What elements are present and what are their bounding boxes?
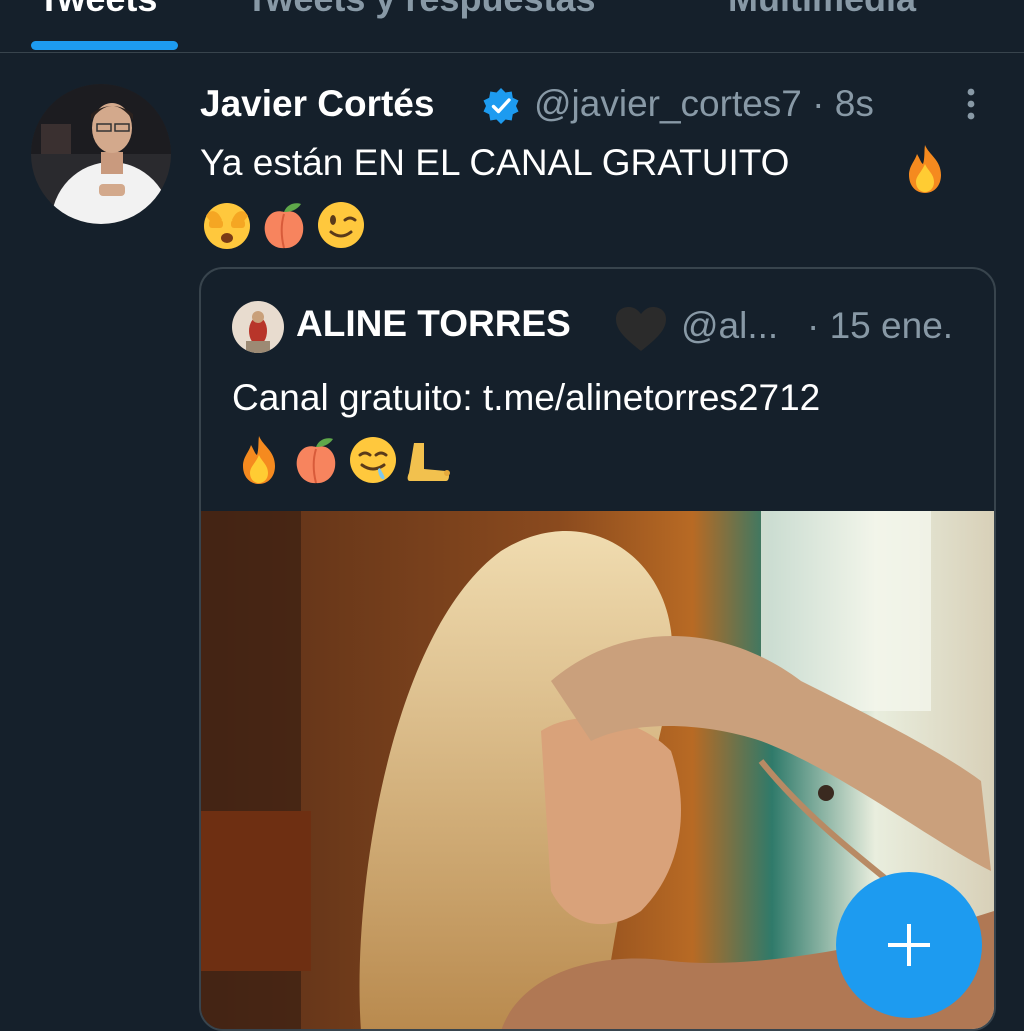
author-name[interactable]: Javier Cortés (200, 83, 434, 125)
quoted-avatar-photo (232, 301, 284, 353)
separator-dot: · (812, 83, 825, 124)
active-tab-indicator (31, 41, 178, 50)
winking-face-emoji-icon (318, 202, 364, 248)
foot-emoji-icon (407, 443, 450, 481)
tab-media[interactable]: Multimedia (728, 0, 916, 20)
tweet-emoji-line-2 (200, 198, 370, 252)
quoted-emoji-line (232, 433, 462, 487)
face-with-hand-over-eyes-icon (204, 203, 250, 249)
tweet-handle-time[interactable]: @javier_cortes7 · 8s (534, 83, 874, 125)
plus-icon (888, 924, 930, 966)
peach-emoji-icon (264, 203, 304, 249)
fire-emoji-icon (243, 436, 275, 484)
quoted-date[interactable]: · 15 ene. (807, 305, 953, 347)
quoted-author-avatar[interactable] (232, 301, 284, 353)
tweet-emoji-line-1 (898, 142, 952, 196)
quoted-text: Canal gratuito: t.me/alinetorres2712 (232, 377, 821, 418)
tab-tweets-and-replies[interactable]: Tweets y respuestas (246, 0, 596, 20)
author-avatar[interactable] (31, 84, 171, 224)
avatar-photo (31, 84, 171, 224)
quoted-author-handle[interactable]: @al... (681, 305, 778, 347)
tweet-time[interactable]: 8s (835, 83, 874, 124)
fire-emoji-icon (909, 145, 941, 193)
compose-tweet-button[interactable] (836, 872, 982, 1018)
verified-badge-icon (483, 88, 519, 124)
more-options-icon[interactable] (956, 84, 986, 128)
profile-tabs: Tweets Tweets y respuestas Multimedia (0, 0, 1024, 53)
tab-tweets[interactable]: Tweets (38, 0, 157, 20)
black-heart-icon (616, 307, 666, 351)
quoted-author-name[interactable]: ALINE TORRES (296, 303, 571, 345)
peach-emoji-icon (296, 438, 336, 484)
tweet-text: Ya están EN EL CANAL GRATUITO (200, 142, 790, 183)
author-handle[interactable]: @javier_cortes7 (534, 83, 802, 124)
drooling-face-emoji-icon (350, 437, 396, 483)
